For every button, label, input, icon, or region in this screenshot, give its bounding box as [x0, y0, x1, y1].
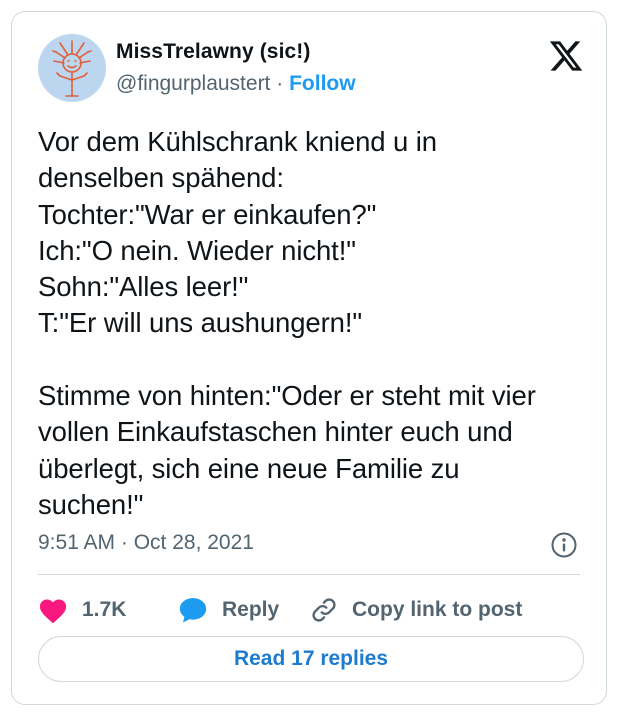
heart-icon — [39, 599, 67, 624]
separator: · — [270, 72, 290, 95]
info-icon[interactable] — [550, 531, 578, 559]
copy-link-button[interactable]: Copy link to post — [310, 590, 522, 630]
like-button[interactable]: 1.7K — [38, 590, 126, 630]
reply-label: Reply — [222, 598, 280, 621]
divider — [38, 574, 580, 575]
like-count: 1.7K — [82, 598, 127, 621]
link-icon — [312, 598, 336, 622]
reply-button[interactable]: Reply — [178, 590, 279, 630]
avatar-doodle-icon — [52, 40, 92, 97]
x-logo-icon[interactable] — [548, 38, 584, 74]
copy-link-label: Copy link to post — [352, 598, 523, 621]
read-replies-button[interactable]: Read 17 replies — [38, 636, 584, 682]
tweet-text: Vor dem Kühlschrank kniend u in denselbe… — [38, 126, 536, 520]
handle-line: @fingurplaustert · Follow — [116, 72, 356, 96]
action-bar: 1.7K Reply Copy link to post — [38, 590, 588, 630]
speech-bubble-icon — [179, 598, 207, 623]
tweet-card: MissTrelawny (sic!) @fingurplaustert · F… — [11, 11, 607, 705]
timestamp[interactable]: 9:51 AM · Oct 28, 2021 — [38, 531, 254, 555]
author-name[interactable]: MissTrelawny (sic!) — [116, 40, 310, 64]
author-handle[interactable]: @fingurplaustert — [116, 72, 270, 95]
avatar[interactable] — [38, 34, 106, 102]
follow-button[interactable]: Follow — [289, 72, 356, 95]
